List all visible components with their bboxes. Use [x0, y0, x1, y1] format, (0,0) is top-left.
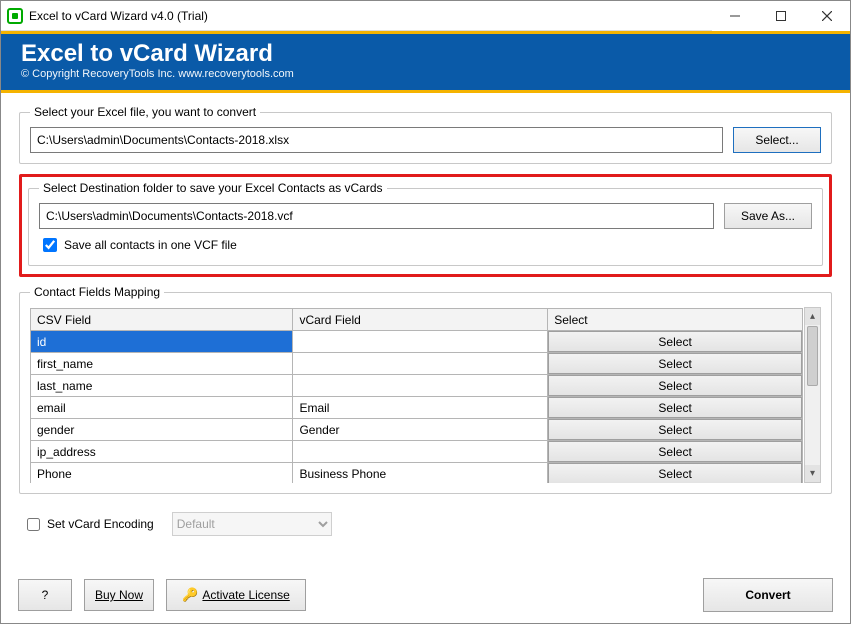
single-vcf-label: Save all contacts in one VCF file	[64, 238, 237, 252]
source-path-input[interactable]	[30, 127, 723, 153]
app-title: Excel to vCard Wizard	[21, 40, 830, 68]
select-mapping-button[interactable]: Select	[548, 331, 802, 352]
select-mapping-button[interactable]: Select	[548, 375, 802, 396]
select-cell: Select	[548, 353, 803, 375]
csv-field-cell[interactable]: ip_address	[31, 441, 293, 463]
scroll-down-icon[interactable]: ▾	[805, 465, 820, 482]
mapping-table: CSV Field vCard Field Select idSelectfir…	[30, 308, 803, 483]
vcard-field-cell[interactable]	[293, 331, 548, 353]
set-encoding-checkbox[interactable]	[27, 518, 40, 531]
window-title: Excel to vCard Wizard v4.0 (Trial)	[29, 9, 208, 23]
destination-highlight: Select Destination folder to save your E…	[19, 174, 832, 277]
destination-legend: Select Destination folder to save your E…	[39, 181, 387, 195]
set-encoding-label: Set vCard Encoding	[47, 517, 154, 531]
vcard-field-cell[interactable]	[293, 441, 548, 463]
csv-field-cell[interactable]: id	[31, 331, 293, 353]
table-row[interactable]: first_name Select	[31, 353, 803, 375]
select-mapping-button[interactable]: Select	[548, 353, 802, 374]
table-row[interactable]: ip_address Select	[31, 441, 803, 463]
header-band: Excel to vCard Wizard © Copyright Recove…	[1, 31, 850, 93]
select-cell: Select	[548, 375, 803, 397]
col-vcard[interactable]: vCard Field	[293, 309, 548, 331]
mapping-group: Contact Fields Mapping CSV Field vCard F…	[19, 285, 832, 494]
titlebar: Excel to vCard Wizard v4.0 (Trial)	[1, 1, 850, 31]
select-cell: Select	[548, 441, 803, 463]
source-file-legend: Select your Excel file, you want to conv…	[30, 105, 260, 119]
app-logo-icon	[7, 8, 23, 24]
select-cell: Select	[548, 331, 803, 353]
save-as-button[interactable]: Save As...	[724, 203, 812, 229]
col-select[interactable]: Select	[548, 309, 803, 331]
single-vcf-checkbox[interactable]	[43, 238, 57, 252]
mapping-scrollbar[interactable]: ▴ ▾	[804, 307, 821, 483]
col-csv[interactable]: CSV Field	[31, 309, 293, 331]
help-button[interactable]: ?	[18, 579, 72, 611]
select-mapping-button[interactable]: Select	[548, 441, 802, 462]
csv-field-cell[interactable]: email	[31, 397, 293, 419]
destination-group: Select Destination folder to save your E…	[28, 181, 823, 266]
select-cell: Select	[548, 463, 803, 484]
activate-license-button[interactable]: 🔑Activate License	[166, 579, 306, 611]
select-mapping-button[interactable]: Select	[548, 419, 802, 440]
table-row[interactable]: last_name Select	[31, 375, 803, 397]
table-row[interactable]: PhoneBusiness PhoneSelect	[31, 463, 803, 484]
select-mapping-button[interactable]: Select	[548, 397, 802, 418]
vcard-field-cell[interactable]: Gender	[293, 419, 548, 441]
vcard-field-cell[interactable]: Business Phone	[293, 463, 548, 484]
select-source-button[interactable]: Select...	[733, 127, 821, 153]
scroll-up-icon[interactable]: ▴	[805, 308, 820, 325]
minimize-button[interactable]	[712, 1, 758, 31]
table-row[interactable]: id Select	[31, 331, 803, 353]
close-button[interactable]	[804, 1, 850, 31]
csv-field-cell[interactable]: last_name	[31, 375, 293, 397]
footer-bar: ? Buy Now 🔑Activate License Convert	[0, 568, 851, 624]
vcard-field-cell[interactable]: Email	[293, 397, 548, 419]
buy-now-button[interactable]: Buy Now	[84, 579, 154, 611]
vcard-field-cell[interactable]	[293, 353, 548, 375]
encoding-select[interactable]: Default	[172, 512, 332, 536]
destination-path-input[interactable]	[39, 203, 714, 229]
csv-field-cell[interactable]: first_name	[31, 353, 293, 375]
convert-button[interactable]: Convert	[703, 578, 833, 612]
select-cell: Select	[548, 419, 803, 441]
table-row[interactable]: genderGenderSelect	[31, 419, 803, 441]
source-file-group: Select your Excel file, you want to conv…	[19, 105, 832, 164]
vcard-field-cell[interactable]	[293, 375, 548, 397]
csv-field-cell[interactable]: gender	[31, 419, 293, 441]
table-row[interactable]: emailEmailSelect	[31, 397, 803, 419]
key-icon: 🔑	[182, 587, 198, 602]
mapping-header-row: CSV Field vCard Field Select	[31, 309, 803, 331]
select-mapping-button[interactable]: Select	[548, 463, 802, 483]
select-cell: Select	[548, 397, 803, 419]
mapping-legend: Contact Fields Mapping	[30, 285, 164, 299]
scroll-thumb[interactable]	[807, 326, 818, 386]
maximize-button[interactable]	[758, 1, 804, 31]
copyright-text: © Copyright RecoveryTools Inc. www.recov…	[21, 68, 830, 80]
csv-field-cell[interactable]: Phone	[31, 463, 293, 484]
